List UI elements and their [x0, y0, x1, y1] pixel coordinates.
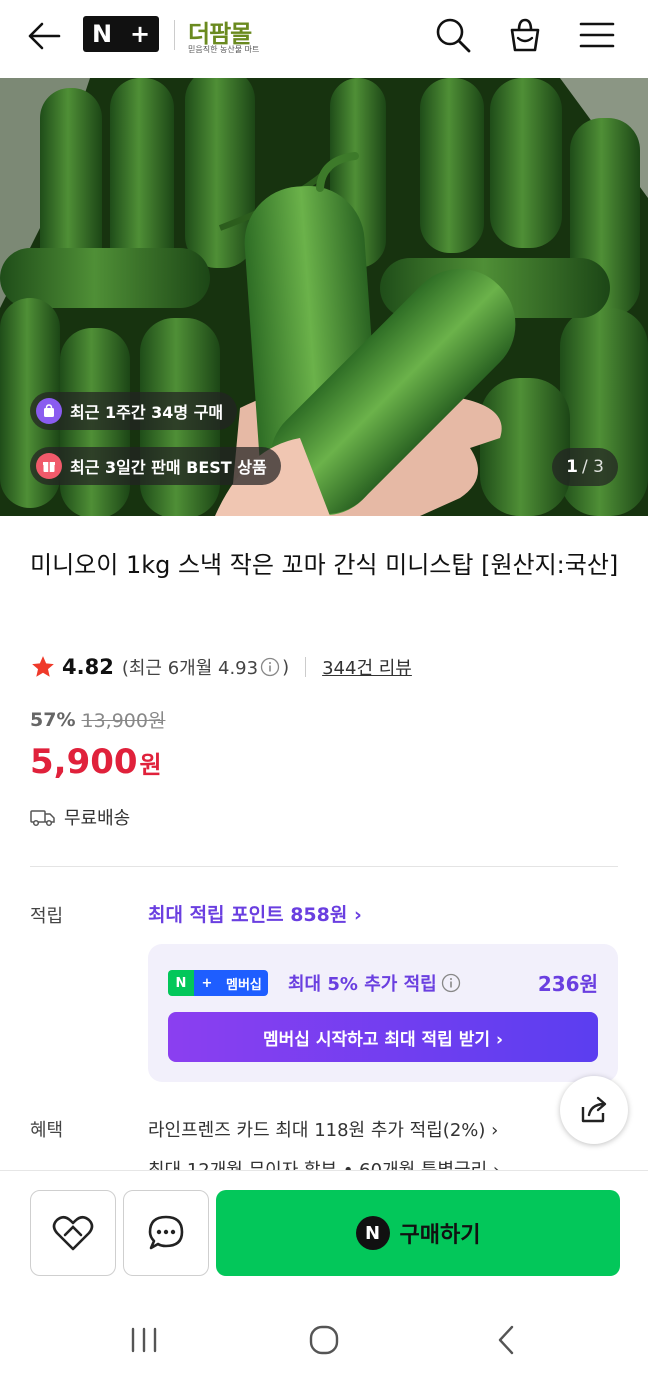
talk-chat-button[interactable] [123, 1190, 209, 1276]
shipping-text: 무료배송 [64, 808, 131, 829]
recent-rating-close: ) [282, 656, 290, 678]
shopping-bag-icon [36, 398, 62, 424]
shipping-row: 무료배송 [30, 804, 130, 830]
store-divider [174, 20, 175, 50]
best-seller-badge: 최근 3일간 판매 BEST 상품 [30, 447, 281, 485]
naver-plus-membership-badge: N + 멤버십 [168, 970, 268, 996]
rating-row: 4.82 (최근 6개월 4.93 ) 344건 리뷰 [30, 652, 412, 682]
badge-label: 멤버십 [220, 970, 268, 996]
back-arrow-icon[interactable] [22, 14, 66, 58]
product-image-carousel[interactable]: 최근 1주간 34명 구매 최근 3일간 판매 BEST 상품 1 / 3 [0, 78, 648, 516]
discount-rate: 57% [30, 708, 76, 731]
cart-bag-icon[interactable] [502, 12, 548, 58]
share-icon [581, 1096, 607, 1123]
badge-n: N [168, 970, 194, 996]
original-price: 13,900원 [81, 710, 166, 732]
counter-total: / 3 [581, 457, 604, 477]
image-counter: 1 / 3 [552, 448, 618, 486]
discount-row: 57% 13,900원 [30, 706, 165, 733]
recent-buyers-badge: 최근 1주간 34명 구매 [30, 392, 238, 430]
benefits-label: 혜택 [30, 1120, 64, 1141]
points-label: 적립 [30, 906, 64, 927]
search-icon[interactable] [430, 12, 476, 58]
recent-apps-button[interactable] [114, 1310, 174, 1370]
system-back-button[interactable] [476, 1310, 536, 1370]
membership-info-icon[interactable] [441, 973, 461, 993]
chat-bubble-icon [148, 1215, 184, 1250]
membership-extra-points: 최대 5% 추가 적립 [288, 970, 461, 996]
wishlist-button[interactable] [30, 1190, 116, 1276]
benefit-card-points[interactable]: 라인프렌즈 카드 최대 118원 추가 적립(2%) › [148, 1116, 498, 1142]
home-button[interactable] [294, 1310, 354, 1370]
section-divider [30, 866, 618, 867]
rating-value: 4.82 [62, 655, 114, 679]
recent-apps-icon [131, 1327, 157, 1353]
max-points-link[interactable]: 최대 적립 포인트 858원 › [148, 900, 362, 927]
product-title: 미니오이 1kg 스낵 작은 꼬마 간식 미니스탑 [원산지:국산] [30, 551, 619, 579]
logo-n: N [91, 20, 113, 48]
membership-text: 최대 5% 추가 적립 [288, 974, 437, 995]
counter-current: 1 [566, 457, 578, 477]
logo-plus-icon: + [129, 20, 151, 48]
buy-button[interactable]: N 구매하기 [216, 1190, 620, 1276]
naver-plus-logo[interactable]: N + [83, 16, 159, 52]
info-icon[interactable] [260, 657, 280, 677]
recent-rating: (최근 6개월 4.93 [121, 658, 259, 679]
best-seller-text: 최근 3일간 판매 BEST 상품 [70, 458, 267, 477]
naver-pay-n-icon: N [355, 1216, 390, 1250]
recent-buyers-text: 최근 1주간 34명 구매 [70, 403, 224, 422]
share-button[interactable] [560, 1076, 628, 1144]
membership-start-button[interactable]: 멤버십 시작하고 최대 적립 받기 › [168, 1012, 598, 1062]
buy-button-label: 구매하기 [399, 1223, 481, 1248]
star-icon [30, 654, 56, 680]
store-tagline: 믿음직한 농산물 마트 [188, 45, 260, 54]
chevron-left-icon [498, 1325, 514, 1355]
home-circle-icon [309, 1325, 339, 1355]
top-header: N + 더팜몰 믿음직한 농산물 마트 [0, 0, 648, 78]
badge-plus-icon: + [194, 970, 220, 996]
rating-divider [305, 657, 307, 677]
gift-icon [36, 453, 62, 479]
sale-price: 5,900원 [30, 742, 162, 782]
sale-price-currency: 원 [139, 751, 162, 779]
membership-amount: 236원 [537, 972, 598, 996]
review-link[interactable]: 344건 리뷰 [322, 654, 412, 680]
menu-hamburger-icon[interactable] [574, 12, 620, 58]
heart-icon [52, 1215, 94, 1251]
store-logo[interactable]: 더팜몰 믿음직한 농산물 마트 [188, 12, 278, 58]
membership-box: N + 멤버십 최대 5% 추가 적립 236원 멤버십 시작하고 최대 적립 … [148, 944, 618, 1082]
delivery-truck-icon [30, 807, 56, 827]
sale-price-value: 5,900 [30, 742, 138, 782]
